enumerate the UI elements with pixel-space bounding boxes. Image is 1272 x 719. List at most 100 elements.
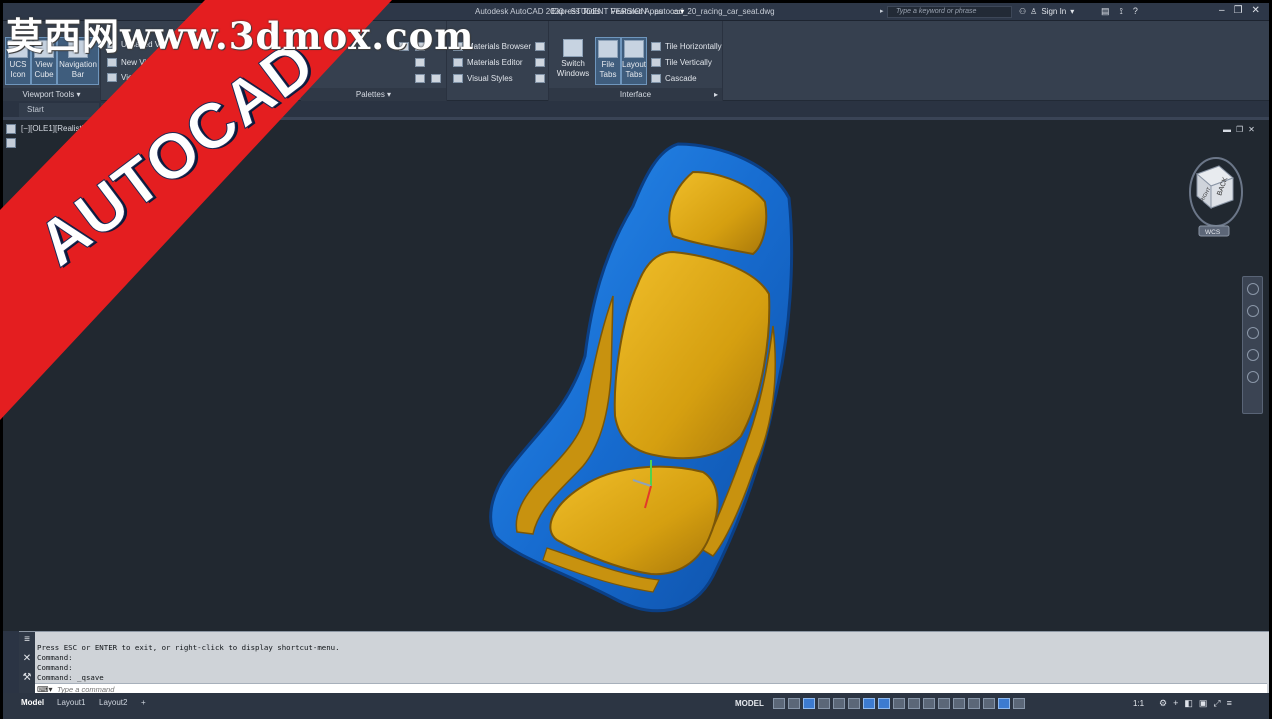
dynamic-ucs-icon[interactable] (953, 698, 965, 709)
file-tabs-button[interactable]: File Tabs (595, 37, 621, 85)
isolate-icon[interactable]: ◧ (1184, 698, 1193, 709)
cart-icon[interactable]: ▤ (1101, 6, 1110, 17)
panel-title-interface[interactable]: Interface ▸ (549, 88, 722, 101)
interface-title: Interface (619, 90, 652, 99)
lineweight-icon[interactable] (893, 698, 905, 709)
steering-wheel-icon[interactable] (1246, 283, 1259, 295)
layout-tabs-icon (624, 40, 644, 58)
ortho-icon[interactable] (818, 698, 830, 709)
chevron-down-icon: ▾ (1070, 7, 1075, 16)
viewport-controls-label[interactable]: [−][OLE1][Realistic] (21, 124, 90, 133)
model-space-toggle[interactable]: MODEL (735, 699, 764, 708)
object-snap-icon[interactable] (878, 698, 890, 709)
clean-screen-icon[interactable]: ⤢ (1213, 698, 1220, 709)
racing-seat-model (489, 142, 794, 613)
cascade-icon (651, 74, 661, 83)
navigation-bar (1242, 276, 1263, 414)
palette-icon-4[interactable] (415, 74, 425, 83)
showmotion-icon[interactable] (1246, 371, 1259, 383)
plus-icon[interactable]: + (1173, 698, 1178, 709)
selection-cycling-icon[interactable] (923, 698, 935, 709)
ribbon-options-icon[interactable]: ▭▾ (673, 7, 685, 16)
tab-featured-apps[interactable]: Featured Apps (611, 7, 663, 16)
gear-icon[interactable]: ⚙ (1159, 698, 1167, 709)
tile-vertical-icon (651, 58, 661, 67)
annotation-scale[interactable]: 1:1 (1133, 699, 1144, 708)
selection-filter-icon[interactable] (968, 698, 980, 709)
switch-windows-button[interactable]: Switch Windows (553, 37, 593, 85)
sign-in-button[interactable]: ⚇ ♙ Sign In ▾ (1019, 7, 1074, 16)
visual-styles-button[interactable]: Visual Styles (453, 74, 513, 83)
palette-icon-8[interactable] (535, 74, 545, 83)
command-history-line: Command: (37, 653, 73, 662)
palette-icon-5[interactable] (431, 74, 441, 83)
help-icon[interactable]: ? (1133, 6, 1138, 17)
minimize-icon[interactable]: – (1219, 5, 1225, 16)
hardware-accel-icon[interactable]: ▣ (1199, 698, 1208, 709)
grid-icon[interactable] (773, 698, 785, 709)
seat-back-cushion (613, 250, 771, 460)
customization-menu-icon[interactable]: ≡ (1227, 698, 1232, 709)
palette-icon-7[interactable] (535, 58, 545, 67)
restore-icon[interactable]: ❐ (1234, 5, 1243, 16)
isodraft-icon[interactable] (848, 698, 860, 709)
tile-horizontally-label: Tile Horizontally (665, 42, 722, 51)
viewport-restore-icon[interactable]: ❐ (1236, 125, 1243, 134)
add-layout-button[interactable]: + (133, 696, 154, 710)
snap-icon[interactable] (788, 698, 800, 709)
close-icon[interactable]: ✕ (1252, 5, 1260, 16)
view-manager-button[interactable]: View Manager (107, 73, 172, 82)
3d-osnap-icon[interactable] (938, 698, 950, 709)
file-tabs-label-1: File (601, 60, 615, 69)
polar-icon[interactable] (833, 698, 845, 709)
customize-icon[interactable]: ⚒ (23, 672, 32, 683)
gizmo-icon[interactable] (983, 698, 995, 709)
viewport-minimize-icon[interactable]: ▬ (1223, 125, 1231, 134)
grip-handle-icon[interactable]: ≡ (24, 634, 30, 645)
panel-title-viewport-tools[interactable]: Viewport Tools ▾ (3, 88, 100, 101)
left-toolbar (4, 124, 18, 148)
tab-layout2[interactable]: Layout2 (91, 696, 135, 710)
pan-icon[interactable] (1246, 305, 1259, 317)
search-arrow-icon: ▸ (880, 8, 884, 15)
tab-start[interactable]: Start (19, 103, 99, 117)
visual-styles-label: Visual Styles (467, 74, 513, 83)
object-snap-tracking-icon[interactable] (863, 698, 875, 709)
command-history-line: Command: (37, 663, 73, 672)
viewport-tools-title: Viewport Tools (22, 90, 75, 99)
layout-tabs-label-1: Layout (622, 60, 647, 69)
tab-layout1[interactable]: Layout1 (49, 696, 93, 710)
command-grip: ≡ ✕ ⚒ (19, 632, 35, 694)
command-history-line: Press ESC or ENTER to exit, or right-cli… (37, 643, 340, 652)
panel-launcher-icon[interactable]: ▸ (714, 88, 718, 101)
cascade-button[interactable]: Cascade (651, 74, 697, 83)
transparency-icon[interactable] (908, 698, 920, 709)
panel-title-palettes[interactable]: Palettes ▾ (301, 88, 446, 101)
tile-horizontally-button[interactable]: Tile Horizontally (651, 42, 722, 51)
cascade-label: Cascade (665, 74, 697, 83)
status-bar: Model Layout1 Layout2 + MODEL 1:1 ⚙ + ◧ … (3, 693, 1269, 719)
orbit-icon[interactable] (1246, 349, 1259, 361)
viewport-close-icon[interactable]: ✕ (1248, 125, 1255, 134)
search-input[interactable]: ▸ Type a keyword or phrase (880, 6, 1012, 18)
viewport-menu-icon[interactable] (6, 124, 16, 134)
tab-model[interactable]: Model (13, 696, 52, 710)
view-cube[interactable]: BACK RIGHT WCS (1185, 152, 1247, 244)
view-manager-label: View Manager (121, 73, 172, 82)
panel-interface: Switch Windows File Tabs Layout Tabs Til… (549, 21, 723, 101)
network-icon[interactable]: ⟟ (1120, 6, 1123, 17)
tile-vertically-button[interactable]: Tile Vertically (651, 58, 712, 67)
tab-express-tools[interactable]: Express Tools (551, 7, 601, 16)
binoculars-icon: ⚇ (1019, 7, 1027, 16)
materials-editor-label: Materials Editor (467, 58, 523, 67)
annotation-visibility-icon[interactable] (998, 698, 1010, 709)
palette-toggle-icon[interactable] (6, 138, 16, 148)
drawing-area[interactable]: [−][OLE1][Realistic] ▬ ❐ ✕ BACK RIGHT WC… (3, 120, 1269, 631)
auto-scale-icon[interactable] (1013, 698, 1025, 709)
site-watermark: 莫西网www.3dmox.com (6, 14, 475, 58)
palette-icon-6[interactable] (535, 42, 545, 51)
infer-constraints-icon[interactable] (803, 698, 815, 709)
zoom-icon[interactable] (1246, 327, 1259, 339)
layout-tabs-button[interactable]: Layout Tabs (621, 37, 647, 85)
close-command-icon[interactable]: ✕ (23, 653, 31, 664)
